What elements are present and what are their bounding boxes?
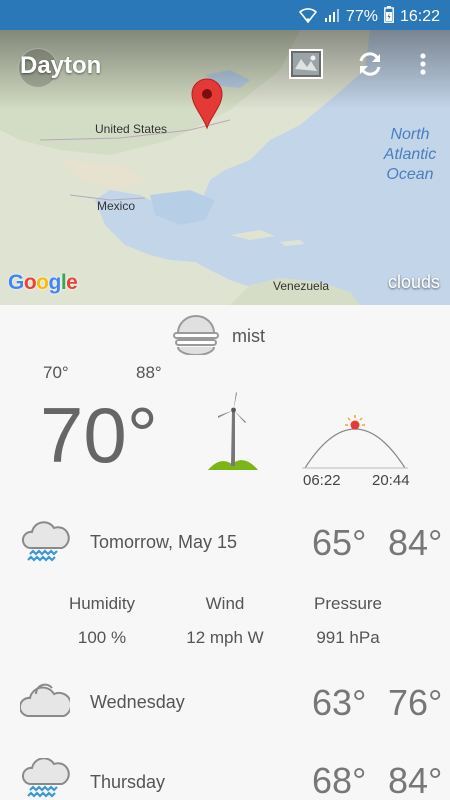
today-high: 88° — [136, 363, 162, 382]
forecast-high: 84° — [388, 522, 443, 563]
weather-map[interactable]: Dayton United States Mexico Venezuela No… — [0, 30, 450, 305]
location-pin-icon — [191, 78, 223, 135]
wind-label: Wind — [205, 594, 245, 613]
wifi-icon — [298, 7, 318, 28]
map-label-united-states: United States — [95, 122, 168, 136]
humidity-label: Humidity — [68, 594, 136, 613]
forecast-day-label: Tomorrow, May 15 — [90, 532, 238, 552]
map-layer-label: clouds — [387, 272, 440, 292]
status-bar: 77% 16:22 — [0, 0, 450, 30]
forecast-low: 65° — [312, 522, 367, 563]
map-label-venezuela: Venezuela — [273, 279, 330, 293]
forecast-high: 76° — [388, 682, 443, 723]
refresh-icon — [356, 50, 384, 83]
forecast-day-label: Wednesday — [90, 692, 185, 712]
condition-text: mist — [232, 326, 265, 346]
rain-cloud-icon — [20, 757, 70, 800]
current-temperature: 70° — [40, 391, 158, 479]
map-layers-button[interactable] — [286, 48, 326, 84]
sunset-time: 20:44 — [372, 472, 410, 489]
clock: 16:22 — [399, 8, 440, 25]
sun-arc-icon — [300, 410, 410, 475]
pressure-label: Pressure — [313, 594, 383, 613]
wind-turbine-icon — [206, 390, 260, 477]
battery-charging-icon — [384, 6, 394, 28]
battery-percent: 77% — [345, 8, 378, 25]
cloudy-icon — [19, 680, 73, 727]
humidity-value: 100 % — [77, 628, 127, 647]
google-logo: Google — [8, 271, 78, 294]
forecast-high: 84° — [388, 760, 443, 800]
signal-icon — [324, 7, 340, 28]
forecast-day-label: Thursday — [90, 772, 166, 792]
forecast-low: 68° — [312, 760, 367, 800]
map-label-mexico: Mexico — [97, 199, 136, 213]
rain-cloud-icon — [20, 518, 70, 569]
refresh-button[interactable] — [350, 48, 390, 84]
sunrise-time: 06:22 — [303, 472, 341, 489]
overflow-menu-button[interactable] — [403, 48, 443, 84]
more-vert-icon — [419, 52, 427, 81]
today-low: 70° — [43, 363, 69, 382]
map-icon — [289, 48, 323, 84]
map-label-ocean: North Atlantic Ocean — [383, 126, 437, 183]
city-name: Dayton — [20, 52, 102, 79]
pressure-value: 991 hPa — [316, 628, 380, 647]
forecast-low: 63° — [312, 682, 367, 723]
mist-icon — [172, 313, 220, 360]
wind-value: 12 mph W — [186, 628, 264, 647]
